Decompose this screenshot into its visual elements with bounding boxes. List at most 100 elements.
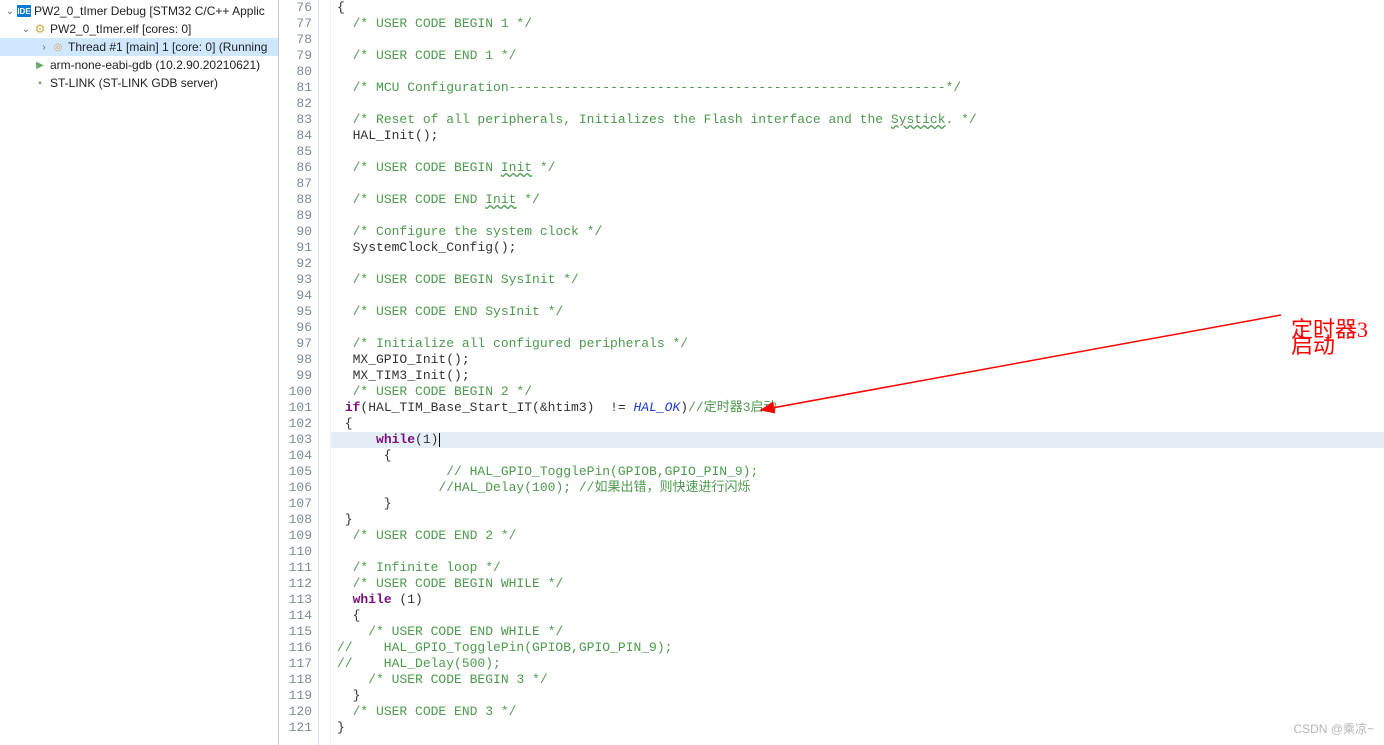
line-number[interactable]: 113 <box>279 592 312 608</box>
fold-marker[interactable] <box>319 368 330 384</box>
code-line[interactable] <box>331 208 1384 224</box>
line-number[interactable]: 82 <box>279 96 312 112</box>
line-number[interactable]: 118 <box>279 672 312 688</box>
code-line[interactable] <box>331 288 1384 304</box>
code-line[interactable]: } <box>331 720 1384 736</box>
code-line[interactable]: // HAL_GPIO_TogglePin(GPIOB,GPIO_PIN_9); <box>331 640 1384 656</box>
fold-marker[interactable] <box>319 576 330 592</box>
fold-marker[interactable] <box>319 560 330 576</box>
fold-marker[interactable] <box>319 704 330 720</box>
code-line[interactable] <box>331 256 1384 272</box>
fold-marker[interactable] <box>319 592 330 608</box>
fold-marker[interactable] <box>319 496 330 512</box>
code-line[interactable]: /* USER CODE BEGIN 1 */ <box>331 16 1384 32</box>
code-line[interactable]: } <box>331 496 1384 512</box>
fold-marker[interactable] <box>319 464 330 480</box>
code-editor[interactable]: 7677787980818283848586878889909192939495… <box>279 0 1384 745</box>
line-number[interactable]: 104 <box>279 448 312 464</box>
code-line[interactable]: HAL_Init(); <box>331 128 1384 144</box>
code-line[interactable]: /* Reset of all peripherals, Initializes… <box>331 112 1384 128</box>
line-number[interactable]: 77 <box>279 16 312 32</box>
fold-marker[interactable] <box>319 224 330 240</box>
line-number[interactable]: 108 <box>279 512 312 528</box>
line-number[interactable]: 93 <box>279 272 312 288</box>
code-line[interactable]: // HAL_Delay(500); <box>331 656 1384 672</box>
line-number[interactable]: 86 <box>279 160 312 176</box>
tree-item-0[interactable]: ⌄IDEPW2_0_tImer Debug [STM32 C/C++ Appli… <box>0 2 278 20</box>
expander-icon[interactable]: › <box>38 42 50 53</box>
line-number[interactable]: 120 <box>279 704 312 720</box>
tree-item-2[interactable]: ›Thread #1 [main] 1 [core: 0] (Running <box>0 38 278 56</box>
fold-marker[interactable] <box>319 720 330 736</box>
code-line[interactable]: MX_GPIO_Init(); <box>331 352 1384 368</box>
code-line[interactable]: /* USER CODE END WHILE */ <box>331 624 1384 640</box>
expander-icon[interactable]: ⌄ <box>20 24 32 35</box>
code-line[interactable]: /* USER CODE END SysInit */ <box>331 304 1384 320</box>
tree-item-3[interactable]: arm-none-eabi-gdb (10.2.90.20210621) <box>0 56 278 74</box>
line-number[interactable]: 84 <box>279 128 312 144</box>
code-line[interactable] <box>331 96 1384 112</box>
fold-marker[interactable] <box>319 352 330 368</box>
tree-item-4[interactable]: ST-LINK (ST-LINK GDB server) <box>0 74 278 92</box>
code-line[interactable]: /* Initialize all configured peripherals… <box>331 336 1384 352</box>
fold-marker[interactable] <box>319 64 330 80</box>
fold-marker[interactable] <box>319 208 330 224</box>
fold-marker[interactable] <box>319 320 330 336</box>
line-number[interactable]: 115 <box>279 624 312 640</box>
line-number[interactable]: 101 <box>279 400 312 416</box>
code-line[interactable]: if(HAL_TIM_Base_Start_IT(&htim3) != HAL_… <box>331 400 1384 416</box>
expander-icon[interactable]: ⌄ <box>4 6 16 17</box>
line-number[interactable]: 105 <box>279 464 312 480</box>
line-number[interactable]: 92 <box>279 256 312 272</box>
code-line[interactable] <box>331 144 1384 160</box>
fold-marker[interactable] <box>319 256 330 272</box>
line-number[interactable]: 98 <box>279 352 312 368</box>
code-line[interactable]: MX_TIM3_Init(); <box>331 368 1384 384</box>
fold-marker[interactable] <box>319 672 330 688</box>
line-number[interactable]: 89 <box>279 208 312 224</box>
line-number[interactable]: 79 <box>279 48 312 64</box>
line-number[interactable]: 91 <box>279 240 312 256</box>
code-line[interactable]: { <box>331 0 1384 16</box>
fold-marker[interactable] <box>319 0 330 16</box>
fold-marker[interactable] <box>319 160 330 176</box>
code-line[interactable] <box>331 64 1384 80</box>
tree-item-1[interactable]: ⌄PW2_0_tImer.elf [cores: 0] <box>0 20 278 38</box>
line-number[interactable]: 109 <box>279 528 312 544</box>
fold-marker[interactable] <box>319 304 330 320</box>
line-number[interactable]: 83 <box>279 112 312 128</box>
fold-marker[interactable] <box>319 16 330 32</box>
fold-marker[interactable] <box>319 112 330 128</box>
code-line[interactable]: while(1) <box>331 432 1384 448</box>
code-line[interactable]: { <box>331 448 1384 464</box>
fold-marker[interactable] <box>319 176 330 192</box>
fold-marker[interactable] <box>319 128 330 144</box>
line-number[interactable]: 111 <box>279 560 312 576</box>
code-line[interactable] <box>331 176 1384 192</box>
code-line[interactable]: { <box>331 416 1384 432</box>
code-line[interactable]: /* Infinite loop */ <box>331 560 1384 576</box>
line-number[interactable]: 112 <box>279 576 312 592</box>
fold-marker[interactable] <box>319 192 330 208</box>
code-line[interactable]: /* USER CODE BEGIN 2 */ <box>331 384 1384 400</box>
fold-marker[interactable] <box>319 288 330 304</box>
code-line[interactable] <box>331 32 1384 48</box>
line-number[interactable]: 76 <box>279 0 312 16</box>
fold-marker[interactable] <box>319 640 330 656</box>
code-line[interactable]: /* USER CODE END Init */ <box>331 192 1384 208</box>
line-number[interactable]: 103 <box>279 432 312 448</box>
code-line[interactable]: /* USER CODE END 2 */ <box>331 528 1384 544</box>
fold-marker[interactable] <box>319 448 330 464</box>
fold-marker[interactable] <box>319 480 330 496</box>
line-number[interactable]: 119 <box>279 688 312 704</box>
line-number[interactable]: 96 <box>279 320 312 336</box>
line-number[interactable]: 102 <box>279 416 312 432</box>
code-area[interactable]: 定时器3启动 { /* USER CODE BEGIN 1 */ /* USER… <box>331 0 1384 745</box>
fold-marker[interactable] <box>319 416 330 432</box>
fold-marker[interactable] <box>319 144 330 160</box>
line-number[interactable]: 90 <box>279 224 312 240</box>
code-line[interactable] <box>331 544 1384 560</box>
fold-marker[interactable] <box>319 240 330 256</box>
fold-marker[interactable] <box>319 432 330 448</box>
fold-marker[interactable] <box>319 512 330 528</box>
